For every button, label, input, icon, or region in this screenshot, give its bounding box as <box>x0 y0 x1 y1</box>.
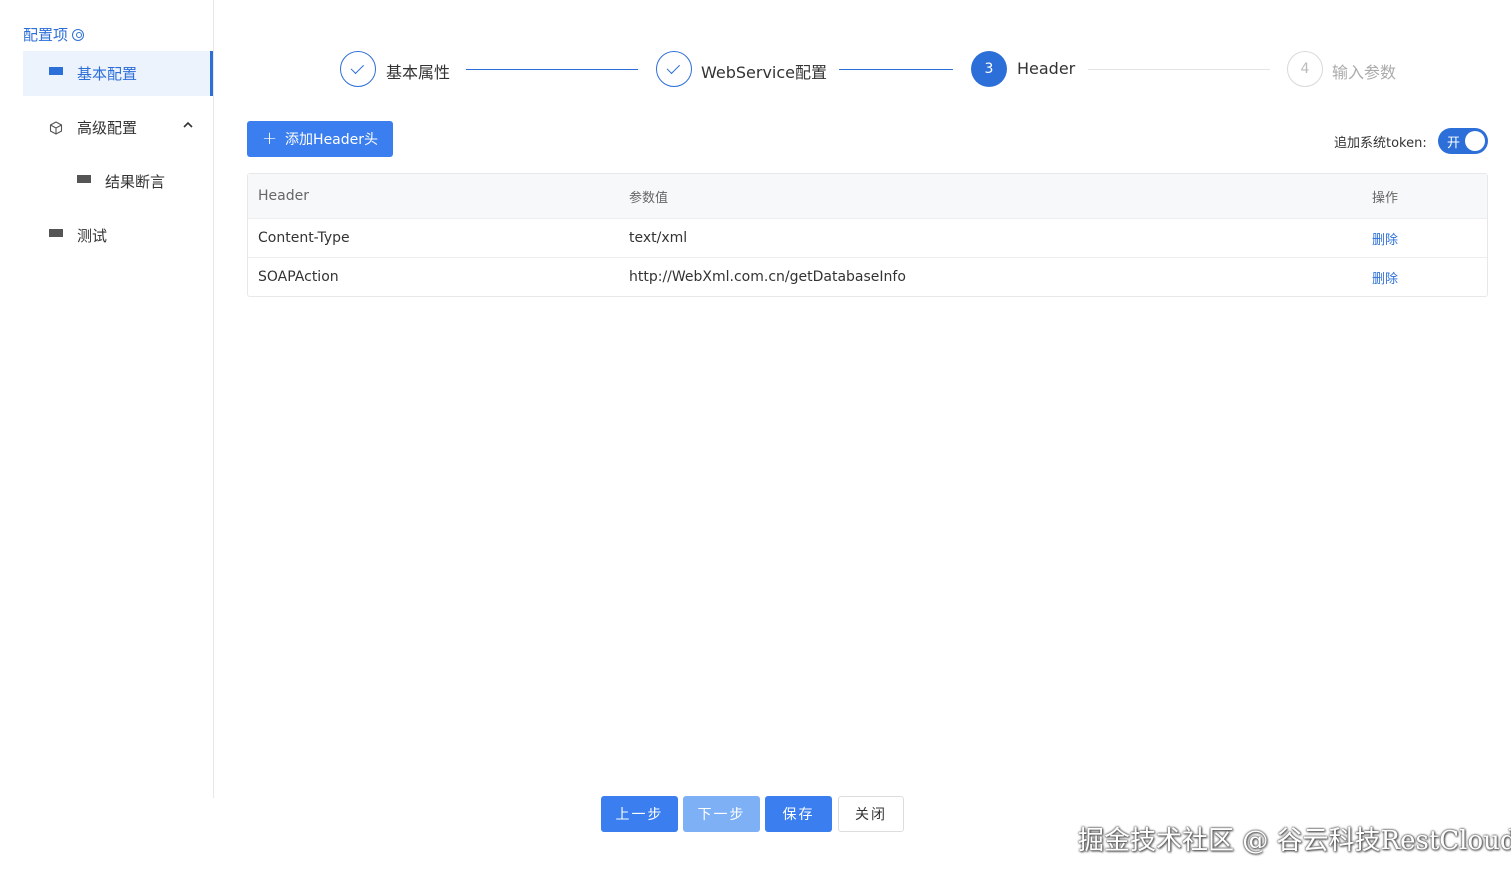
check-icon <box>666 60 681 74</box>
add-header-button[interactable]: + 添加Header头 <box>247 121 393 157</box>
table-row: SOAPAction http://WebXml.com.cn/getDatab… <box>248 257 1487 296</box>
sidebar-item-label: 测试 <box>77 227 108 245</box>
column-header-action: 操作 <box>1372 190 1399 206</box>
close-button[interactable]: 关闭 <box>838 796 904 832</box>
header-table: Header 参数值 操作 Content-Type text/xml 删除 S… <box>247 173 1488 297</box>
step-3-circle[interactable]: 3 <box>971 51 1007 87</box>
toggle-text: 开 <box>1447 136 1461 151</box>
column-header-value: 参数值 <box>629 190 669 206</box>
table-row: Content-Type text/xml 删除 <box>248 218 1487 257</box>
cube-icon <box>49 120 63 135</box>
cell-value: text/xml <box>629 230 688 246</box>
sidebar-item-advanced-config[interactable]: 高级配置 <box>23 105 213 150</box>
table-header-row: Header 参数值 操作 <box>248 174 1487 218</box>
step-progress: 基本属性 WebService配置 3 Header 4 输入参数 <box>340 51 1440 87</box>
step-connector <box>839 69 953 70</box>
sidebar-item-label: 结果断言 <box>105 173 166 191</box>
sidebar-title: 配置项 <box>23 24 85 45</box>
step-2-label: WebService配置 <box>701 63 828 82</box>
step-connector <box>1088 69 1270 70</box>
sidebar-item-basic-config[interactable]: 基本配置 <box>23 51 213 96</box>
step-2-circle[interactable] <box>656 51 692 87</box>
next-step-button[interactable]: 下一步 <box>683 796 760 832</box>
toggle-knob <box>1465 131 1485 151</box>
system-token-toggle[interactable]: 开 <box>1438 128 1488 154</box>
column-header-header: Header <box>258 188 309 204</box>
step-4-circle[interactable]: 4 <box>1287 51 1323 87</box>
step-connector <box>466 69 638 70</box>
sidebar-item-test[interactable]: 测试 <box>23 213 213 258</box>
chevron-up-icon[interactable] <box>183 121 193 132</box>
sidebar: 配置项 基本配置 高级配置 结果断言 测试 <box>0 0 214 798</box>
plus-icon: + <box>261 128 278 149</box>
step-1-circle[interactable] <box>340 51 376 87</box>
delete-link[interactable]: 删除 <box>1372 233 1398 248</box>
step-1-label: 基本属性 <box>386 63 451 82</box>
grid-icon <box>49 66 63 81</box>
system-token-label: 追加系统token: <box>1334 136 1427 151</box>
grid-icon <box>77 174 91 189</box>
target-icon <box>72 28 85 41</box>
sidebar-item-label: 基本配置 <box>77 65 138 83</box>
step-4-label: 输入参数 <box>1332 63 1397 82</box>
grid-icon <box>49 228 63 243</box>
check-icon <box>350 60 365 74</box>
sidebar-item-result-assert[interactable]: 结果断言 <box>23 159 213 204</box>
step-3-label: Header <box>1017 59 1076 78</box>
delete-link[interactable]: 删除 <box>1372 272 1398 287</box>
prev-step-button[interactable]: 上一步 <box>601 796 678 832</box>
sidebar-item-label: 高级配置 <box>77 119 138 137</box>
cell-header: SOAPAction <box>258 269 339 285</box>
cell-value: http://WebXml.com.cn/getDatabaseInfo <box>629 269 906 285</box>
watermark: 掘金技术社区 @ 谷云科技RestCloud <box>1078 826 1511 856</box>
add-header-label: 添加Header头 <box>285 132 379 148</box>
cell-header: Content-Type <box>258 230 350 246</box>
save-button[interactable]: 保存 <box>765 796 832 832</box>
sidebar-title-text: 配置项 <box>23 26 69 44</box>
step-3-number: 3 <box>984 61 994 77</box>
step-4-number: 4 <box>1300 61 1310 77</box>
